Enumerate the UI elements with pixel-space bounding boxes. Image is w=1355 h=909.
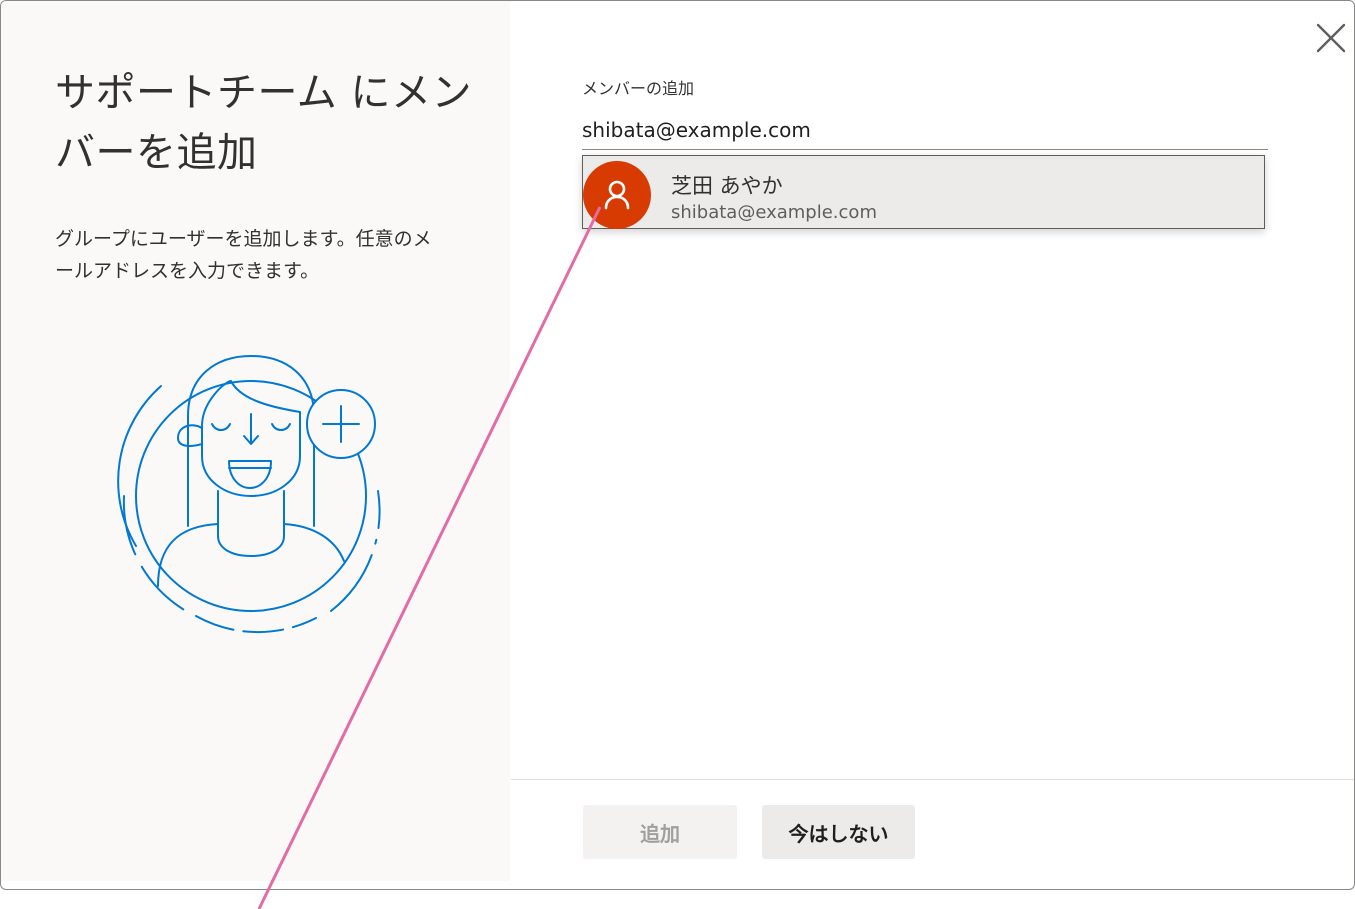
suggestion-email: shibata@example.com <box>671 202 877 223</box>
add-member-label: メンバーの追加 <box>582 79 695 98</box>
close-icon <box>1316 23 1346 53</box>
suggestion-name: 芝田 あやか <box>671 174 783 198</box>
person-icon <box>604 180 630 210</box>
left-pane: サポートチーム にメンバーを追加 グループにユーザーを追加します。任意のメールア… <box>1 1 510 881</box>
dialog-title: サポートチーム にメンバーを追加 <box>55 70 473 176</box>
add-member-input[interactable] <box>582 111 1268 150</box>
add-member-dialog: サポートチーム にメンバーを追加 グループにユーザーを追加します。任意のメールア… <box>0 0 1355 890</box>
add-person-illustration-icon <box>117 355 381 634</box>
avatar <box>583 161 651 229</box>
add-button[interactable]: 追加 <box>583 805 737 859</box>
close-button[interactable] <box>1311 18 1351 58</box>
not-now-button[interactable]: 今はしない <box>762 805 915 859</box>
dialog-description: グループにユーザーを追加します。任意のメールアドレスを入力できます。 <box>55 228 432 282</box>
footer-divider <box>511 779 1354 780</box>
suggestion-item[interactable]: 芝田 あやか shibata@example.com <box>582 155 1265 229</box>
